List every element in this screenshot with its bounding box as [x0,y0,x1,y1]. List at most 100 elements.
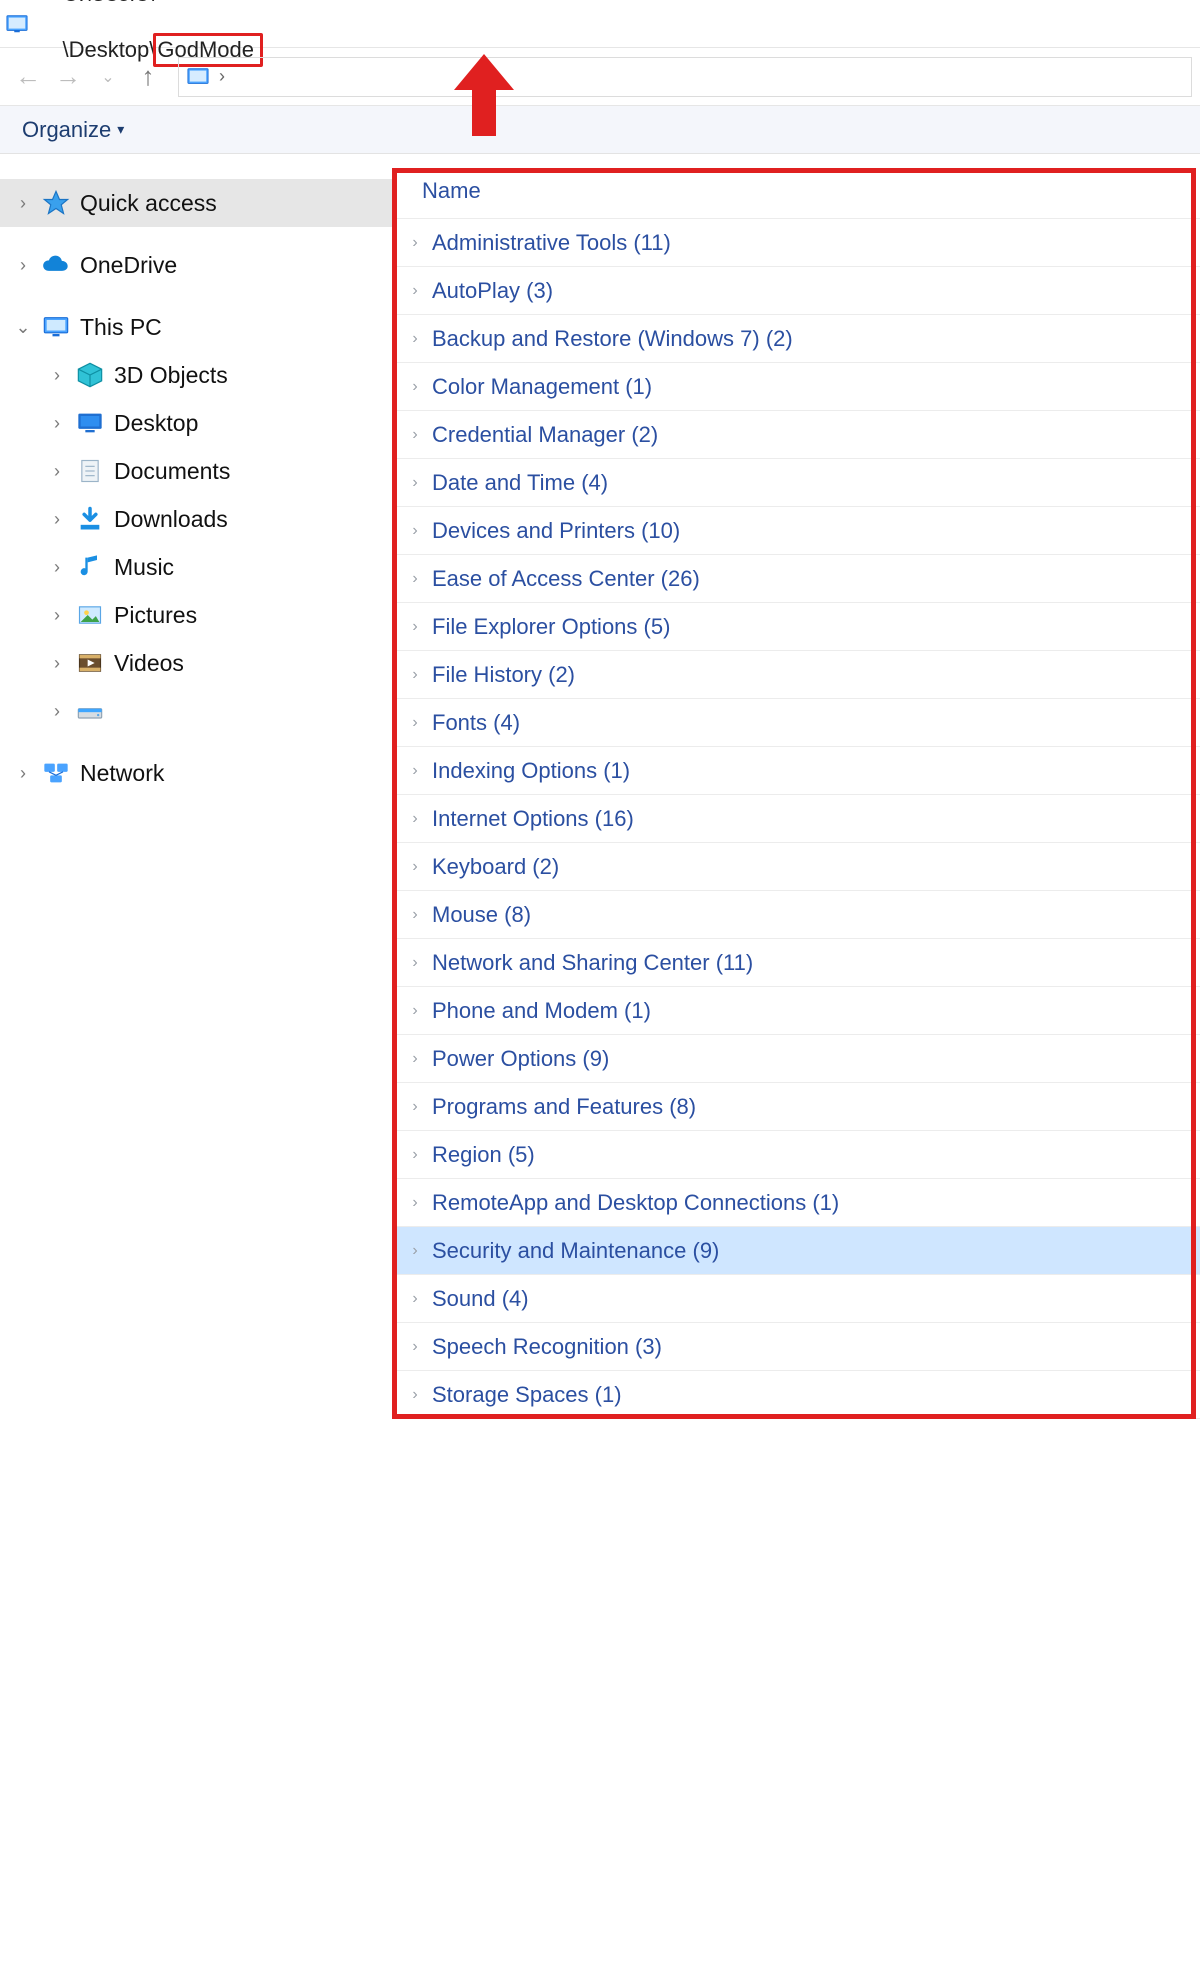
control-panel-icon [187,66,209,88]
nav-forward-button[interactable]: → [48,57,88,97]
list-group-row[interactable]: ›Indexing Options (1) [392,747,1200,795]
column-header-name[interactable]: Name [392,172,1200,219]
list-group-row[interactable]: › Administrative Tools (11) [392,219,1200,267]
list-group-row[interactable]: ›Storage Spaces (1) [392,1371,1200,1419]
chevron-right-icon: › [408,570,422,588]
music-icon [76,553,104,581]
tree-label: Quick access [80,190,217,217]
chevron-right-icon: › [14,763,32,784]
list-group-row[interactable]: ›Devices and Printers (10) [392,507,1200,555]
breadcrumb-chevron-icon[interactable]: › [219,66,225,87]
list-group-label: Administrative Tools (11) [432,230,671,256]
nav-back-button[interactable]: ← [8,57,48,97]
list-group-row[interactable]: ›Power Options (9) [392,1035,1200,1083]
list-group-row[interactable]: ›RemoteApp and Desktop Connections (1) [392,1179,1200,1227]
chevron-right-icon: › [408,954,422,972]
list-group-label: Date and Time (4) [432,470,608,496]
nav-up-button[interactable]: ↑ [128,57,168,97]
chevron-right-icon: › [408,618,422,636]
chevron-right-icon: › [408,378,422,396]
tree-local-disk[interactable]: › [0,687,392,735]
list-group-row[interactable]: › Backup and Restore (Windows 7) (2) [392,315,1200,363]
list-group-row[interactable]: › Speech Recognition (3) [392,1323,1200,1371]
address-bar[interactable]: › [178,57,1192,97]
list-group-row[interactable]: ›Fonts (4) [392,699,1200,747]
list-group-row[interactable]: › AutoPlay (3) [392,267,1200,315]
list-group-label: Credential Manager (2) [432,422,658,448]
chevron-right-icon: › [408,1098,422,1116]
list-group-row[interactable]: ›Keyboard (2) [392,843,1200,891]
tree-downloads[interactable]: › Downloads [0,495,392,543]
list-group-label: Internet Options (16) [432,806,634,832]
this-pc-icon [42,313,70,341]
tree-pictures[interactable]: › Pictures [0,591,392,639]
chevron-right-icon: › [408,762,422,780]
tree-quick-access[interactable]: › Quick access [0,179,392,227]
list-group-row[interactable]: › Date and Time (4) [392,459,1200,507]
chevron-right-icon: › [408,234,422,252]
tree-videos[interactable]: › Videos [0,639,392,687]
tree-desktop[interactable]: › Desktop [0,399,392,447]
chevron-right-icon: › [408,906,422,924]
chevron-right-icon: › [408,282,422,300]
list-group-label: Sound (4) [432,1286,529,1312]
videos-icon [76,649,104,677]
list-group-label: Speech Recognition (3) [432,1334,662,1360]
chevron-right-icon: › [48,365,66,386]
list-group-label: File Explorer Options (5) [432,614,670,640]
tree-label: OneDrive [80,252,177,279]
desktop-icon [76,409,104,437]
tree-onedrive[interactable]: › OneDrive [0,241,392,289]
chevron-right-icon: › [48,413,66,434]
tree-music[interactable]: › Music [0,543,392,591]
list-group-label: Power Options (9) [432,1046,609,1072]
downloads-icon [76,505,104,533]
list-group-label: AutoPlay (3) [432,278,553,304]
list-group-label: Region (5) [432,1142,535,1168]
list-group-label: Network and Sharing Center (11) [432,950,753,976]
list-group-row[interactable]: › Color Management (1) [392,363,1200,411]
list-group-row[interactable]: ›Phone and Modem (1) [392,987,1200,1035]
chevron-right-icon: › [408,1338,422,1356]
list-group-row[interactable]: ›Programs and Features (8) [392,1083,1200,1131]
chevron-right-icon: › [408,1002,422,1020]
tree-label: Desktop [114,410,198,437]
chevron-right-icon: › [408,474,422,492]
tree-label: Documents [114,458,230,485]
chevron-right-icon: › [408,858,422,876]
list-group-row[interactable]: ›Security and Maintenance (9) [392,1227,1200,1275]
list-group-label: Ease of Access Center (26) [432,566,700,592]
list-group-row[interactable]: ›File History (2) [392,651,1200,699]
list-group-row[interactable]: › Ease of Access Center (26) [392,555,1200,603]
onedrive-icon [42,251,70,279]
list-group-label: Mouse (8) [432,902,531,928]
navigation-tree: › Quick access › OneDrive ⌄ This PC › [0,154,392,797]
organize-label: Organize [22,117,111,143]
command-bar: Organize ▾ [0,106,1200,154]
tree-documents[interactable]: › Documents [0,447,392,495]
list-group-row[interactable]: › Network and Sharing Center (11) [392,939,1200,987]
list-group-row[interactable]: ›Credential Manager (2) [392,411,1200,459]
content-pane: Name › Administrative Tools (11) › AutoPlay… [392,154,1200,1419]
chevron-right-icon: › [408,714,422,732]
organize-menu[interactable]: Organize ▾ [22,117,124,143]
list-group-row[interactable]: ›Internet Options (16) [392,795,1200,843]
list-group-row[interactable]: › Mouse (8) [392,891,1200,939]
chevron-right-icon: › [48,605,66,626]
list-group-row[interactable]: › File Explorer Options (5) [392,603,1200,651]
tree-3d-objects[interactable]: › 3D Objects [0,351,392,399]
chevron-right-icon: › [408,1242,422,1260]
chevron-right-icon: › [408,330,422,348]
path-prefix: C:\Users\ [62,0,154,6]
tree-label: 3D Objects [114,362,228,389]
tree-network[interactable]: › Network [0,749,392,797]
list-group-row[interactable]: ›Sound (4) [392,1275,1200,1323]
list-group-row[interactable]: ›Region (5) [392,1131,1200,1179]
list-group-label: Backup and Restore (Windows 7) (2) [432,326,793,352]
nav-recent-button[interactable]: ⌄ [88,57,128,97]
tree-label: Pictures [114,602,197,629]
tree-this-pc[interactable]: ⌄ This PC [0,303,392,351]
chevron-right-icon: › [408,666,422,684]
chevron-right-icon: › [14,193,32,214]
list-group-label: Color Management (1) [432,374,652,400]
